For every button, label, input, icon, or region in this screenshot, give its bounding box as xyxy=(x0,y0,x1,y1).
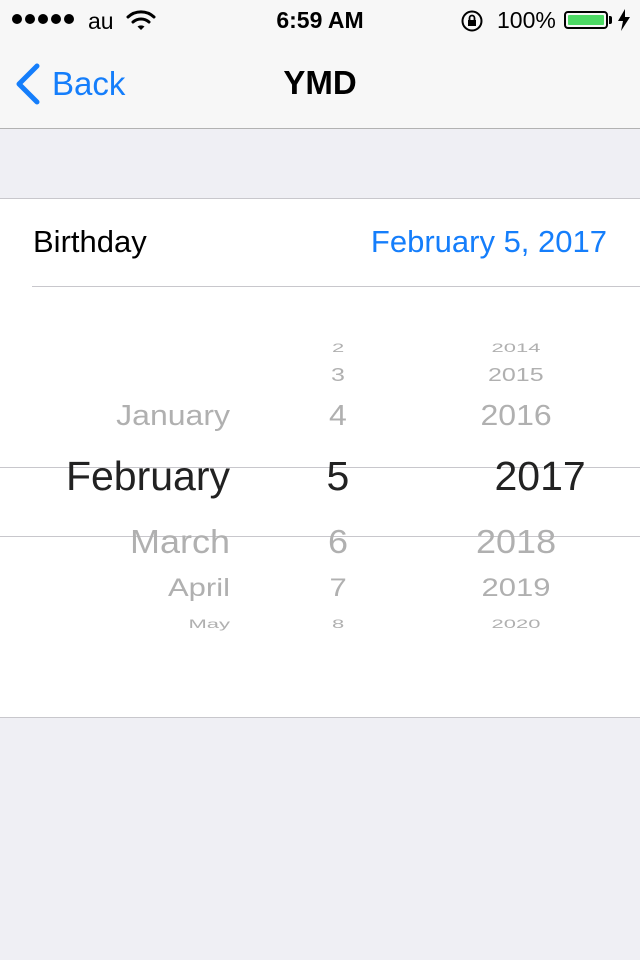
year-option[interactable]: 2018 xyxy=(476,525,556,558)
birthday-section: Birthday February 5, 2017 January Februar… xyxy=(0,198,640,718)
birthday-value: February 5, 2017 xyxy=(370,224,607,259)
orientation-lock-icon xyxy=(460,9,484,38)
day-option[interactable]: 6 xyxy=(328,525,348,558)
year-option[interactable]: 2015 xyxy=(488,366,544,385)
month-option[interactable]: April xyxy=(168,575,230,600)
page-title: YMD xyxy=(283,64,357,101)
day-option[interactable]: 7 xyxy=(330,575,347,600)
day-option[interactable]: 3 xyxy=(331,366,345,385)
charging-bolt-icon xyxy=(617,9,631,36)
year-option[interactable]: 2016 xyxy=(481,401,552,430)
battery-cap xyxy=(609,16,612,24)
date-picker[interactable]: January February March April May 2 3 4 5 6 7 8 201… xyxy=(0,319,640,689)
battery-icon xyxy=(564,11,608,29)
status-bar: au 6:59 AM 100% xyxy=(0,0,640,40)
birthday-label: Birthday xyxy=(33,224,147,259)
month-option[interactable]: January xyxy=(116,401,230,430)
year-option[interactable]: 2014 xyxy=(492,342,541,354)
year-option[interactable]: 2020 xyxy=(492,618,541,630)
day-option[interactable]: 4 xyxy=(329,401,347,430)
navigation-bar: au 6:59 AM 100% Back YMD xyxy=(0,0,640,129)
day-option[interactable]: 8 xyxy=(332,618,344,630)
year-option[interactable]: 2019 xyxy=(482,575,551,600)
battery-percent: 100% xyxy=(497,7,556,33)
day-option[interactable]: 2 xyxy=(332,342,344,354)
day-option-selected[interactable]: 5 xyxy=(327,456,350,497)
cell-divider xyxy=(32,286,640,287)
month-option[interactable]: May xyxy=(188,618,230,630)
birthday-cell[interactable]: Birthday February 5, 2017 xyxy=(0,199,640,287)
month-option[interactable]: March xyxy=(130,525,230,558)
year-option-selected[interactable]: 2017 xyxy=(495,456,586,497)
month-option-selected[interactable]: February xyxy=(66,456,230,497)
